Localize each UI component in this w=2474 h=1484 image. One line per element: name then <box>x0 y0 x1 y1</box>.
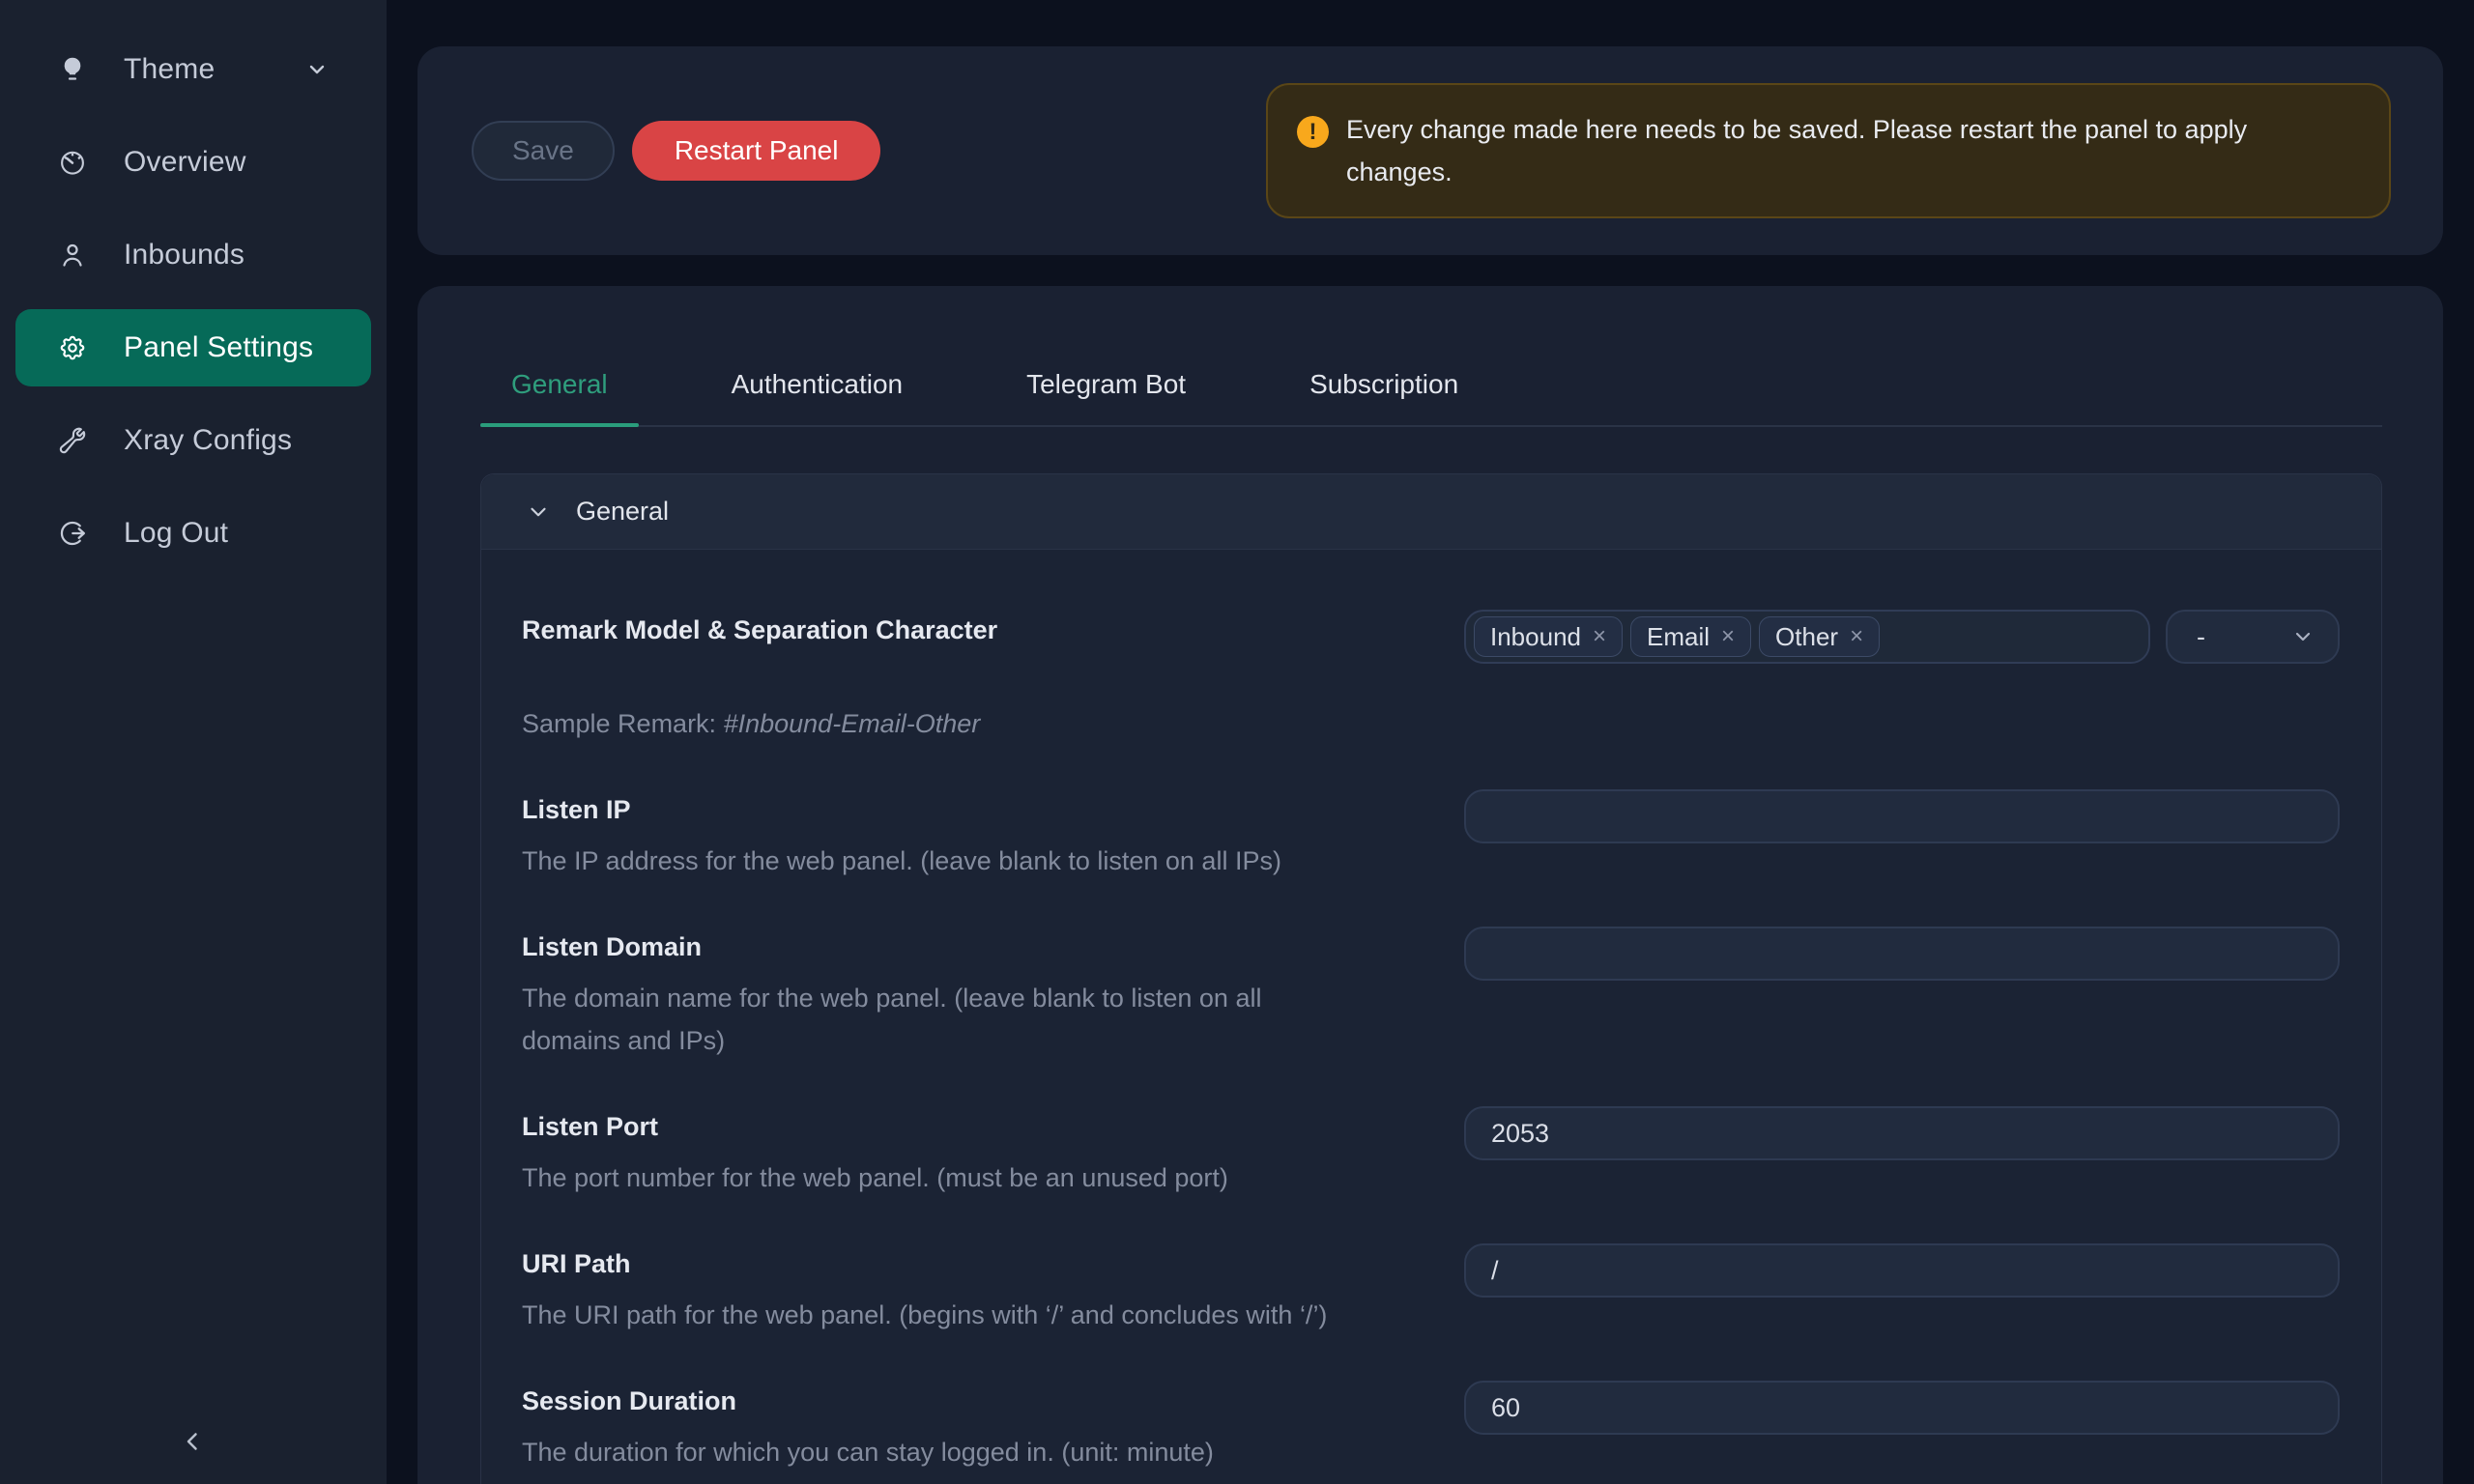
sidebar-item-label: Overview <box>124 146 246 179</box>
form-rows: Listen IP The IP address for the web pane… <box>522 789 2340 1484</box>
listen-domain-description: The domain name for the web panel. (leav… <box>522 977 1464 1062</box>
tab-subscription[interactable]: Subscription <box>1279 369 1489 425</box>
sidebar-item-overview[interactable]: Overview <box>15 124 371 201</box>
tab-authentication[interactable]: Authentication <box>701 369 934 425</box>
listen-ip-description: The IP address for the web panel. (leave… <box>522 840 1464 882</box>
sidebar-item-theme[interactable]: Theme <box>15 31 371 108</box>
listen-domain-input[interactable] <box>1464 927 2340 981</box>
remark-sample: Sample Remark: #Inbound-Email-Other <box>522 660 1464 745</box>
warning-alert: ! Every change made here needs to be sav… <box>1266 83 2391 218</box>
sidebar-item-panel-settings[interactable]: Panel Settings <box>15 309 371 386</box>
logout-icon <box>58 519 87 548</box>
remark-label: Remark Model & Separation Character <box>522 614 1464 646</box>
sidebar-item-inbounds[interactable]: Inbounds <box>15 216 371 294</box>
remark-tag-other[interactable]: Other× <box>1759 616 1880 657</box>
listen-ip-input[interactable] <box>1464 789 2340 843</box>
listen-port-description: The port number for the web panel. (must… <box>522 1156 1464 1199</box>
save-button[interactable]: Save <box>472 121 615 181</box>
form-row-uri-path: URI Path The URI path for the web panel. … <box>522 1243 2340 1336</box>
sidebar-item-label: Panel Settings <box>124 331 313 364</box>
section-title: General <box>576 497 669 527</box>
remove-tag-icon[interactable]: × <box>1850 625 1863 648</box>
remark-tag-inbound[interactable]: Inbound× <box>1474 616 1623 657</box>
chevron-down-icon <box>526 499 551 525</box>
gear-icon <box>58 333 87 362</box>
tab-telegram-bot[interactable]: Telegram Bot <box>995 369 1217 425</box>
form-row-listen-ip: Listen IP The IP address for the web pane… <box>522 789 2340 882</box>
general-collapse: General Remark Model & Separation Charac… <box>480 473 2382 1484</box>
sidebar: Theme Overview Inbounds Panel Settings Xray … <box>0 0 387 1484</box>
sidebar-collapse-button[interactable] <box>172 1420 215 1463</box>
chevron-down-icon <box>2291 625 2315 648</box>
chevron-down-icon <box>305 58 329 81</box>
sidebar-item-label: Inbounds <box>124 239 245 271</box>
general-collapse-body: Remark Model & Separation Character Samp… <box>481 550 2381 1484</box>
remove-tag-icon[interactable]: × <box>1593 625 1606 648</box>
dashboard-icon <box>58 148 87 177</box>
form-row-listen-domain: Listen Domain The domain name for the web… <box>522 927 2340 1062</box>
sidebar-item-label: Theme <box>124 53 215 86</box>
uri-path-input[interactable] <box>1464 1243 2340 1298</box>
listen-domain-label: Listen Domain <box>522 930 1464 963</box>
session-duration-input[interactable] <box>1464 1381 2340 1435</box>
app-root: Theme Overview Inbounds Panel Settings Xray … <box>0 0 2474 1484</box>
tab-general[interactable]: General <box>480 369 639 425</box>
listen-port-label: Listen Port <box>522 1110 1464 1143</box>
sidebar-item-label: Xray Configs <box>124 424 292 457</box>
settings-tabs: General Authentication Telegram Bot Subscri… <box>480 286 2382 427</box>
toolbar-card: Save Restart Panel ! Every change made h… <box>417 46 2443 255</box>
wrench-icon <box>58 426 87 455</box>
form-row-listen-port: Listen Port The port number for the web p… <box>522 1106 2340 1199</box>
uri-path-label: URI Path <box>522 1247 1464 1280</box>
session-duration-label: Session Duration <box>522 1384 1464 1417</box>
sidebar-item-xray-configs[interactable]: Xray Configs <box>15 402 371 479</box>
restart-panel-button[interactable]: Restart Panel <box>632 121 881 181</box>
remark-model-select[interactable]: Inbound×Email×Other× <box>1464 610 2150 664</box>
general-collapse-header[interactable]: General <box>481 474 2381 550</box>
listen-ip-label: Listen IP <box>522 793 1464 826</box>
uri-path-description: The URI path for the web panel. (begins … <box>522 1294 1464 1336</box>
session-duration-description: The duration for which you can stay logg… <box>522 1431 1464 1473</box>
chevron-left-icon <box>179 1427 208 1456</box>
user-icon <box>58 241 87 270</box>
remove-tag-icon[interactable]: × <box>1721 625 1735 648</box>
form-row-remark: Remark Model & Separation Character Samp… <box>522 610 2340 745</box>
sidebar-item-label: Log Out <box>124 517 228 550</box>
settings-card: General Authentication Telegram Bot Subscri… <box>417 286 2443 1484</box>
remark-tag-email[interactable]: Email× <box>1630 616 1751 657</box>
sidebar-menu: Theme Overview Inbounds Panel Settings Xray … <box>0 0 387 572</box>
separator-select[interactable]: - <box>2166 610 2340 664</box>
main-area: Save Restart Panel ! Every change made h… <box>387 0 2474 1484</box>
form-row-session-duration: Session Duration The duration for which y… <box>522 1381 2340 1473</box>
separator-value: - <box>2197 622 2205 652</box>
listen-port-input[interactable] <box>1464 1106 2340 1160</box>
warning-alert-text: Every change made here needs to be saved… <box>1346 108 2354 193</box>
sidebar-item-log-out[interactable]: Log Out <box>15 495 371 572</box>
warning-icon: ! <box>1297 116 1329 148</box>
bulb-icon <box>58 55 87 84</box>
